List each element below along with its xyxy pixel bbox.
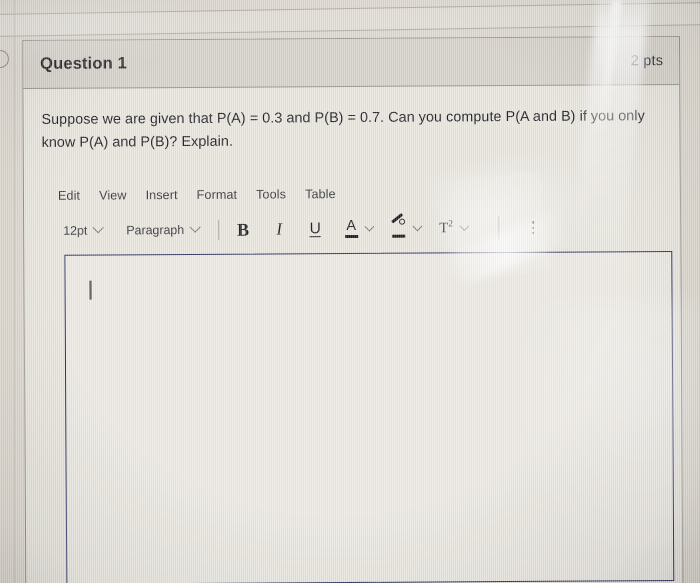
block-format-select[interactable]: Paragraph <box>121 221 204 240</box>
menu-item-edit[interactable]: Edit <box>58 189 80 203</box>
more-options-icon[interactable] <box>531 221 535 235</box>
color-swatch-bar <box>344 235 358 239</box>
highlight-swatch-bar <box>392 234 406 238</box>
superscript-icon: T2 <box>439 219 453 237</box>
menu-item-view[interactable]: View <box>99 189 127 203</box>
font-size-select[interactable]: 12pt <box>58 221 107 239</box>
block-format-value: Paragraph <box>126 222 185 238</box>
page-title: Question 1 <box>40 54 127 73</box>
highlight-button[interactable] <box>389 213 409 240</box>
screen-photo: Question 1 2 pts Suppose we are given th… <box>0 0 700 583</box>
underline-group: U <box>305 217 325 241</box>
italic-button[interactable]: I <box>269 217 289 241</box>
question-prompt-text: Suppose we are given that P(A) = 0.3 and… <box>41 108 645 152</box>
question-points-badge: 2 pts <box>630 52 664 69</box>
menu-item-insert[interactable]: Insert <box>146 188 178 202</box>
rich-text-editor: Edit View Insert Format Tools Table 12pt… <box>42 181 675 583</box>
toolbar-divider <box>218 219 220 240</box>
menu-item-tools[interactable]: Tools <box>256 188 286 202</box>
editor-toolbar: 12pt Paragraph B I U A T2 <box>42 203 658 245</box>
underline-icon: U <box>309 220 321 238</box>
chevron-down-icon[interactable] <box>459 220 469 230</box>
bold-icon: B <box>237 219 250 240</box>
superscript-group: T2 <box>436 216 469 240</box>
chevron-down-icon[interactable] <box>364 221 374 231</box>
superscript-exponent: 2 <box>448 219 453 230</box>
superscript-base: T <box>439 220 449 237</box>
bold-button[interactable]: B <box>233 217 253 241</box>
menu-item-format[interactable]: Format <box>197 188 238 202</box>
italic-icon: I <box>276 219 283 239</box>
highlighter-pen-icon <box>391 213 406 238</box>
chevron-down-icon <box>189 221 201 233</box>
underline-button[interactable]: U <box>305 217 325 241</box>
answer-textarea[interactable] <box>64 251 675 583</box>
highlight-color-group <box>389 213 422 240</box>
menu-item-table[interactable]: Table <box>305 187 336 201</box>
chevron-down-icon[interactable] <box>412 220 422 231</box>
text-color-group: A <box>341 217 374 241</box>
text-color-letter: A <box>346 218 357 235</box>
question-card: Question 1 2 pts Suppose we are given th… <box>22 35 684 583</box>
font-size-value: 12pt <box>63 223 88 238</box>
chevron-down-icon <box>92 221 104 234</box>
text-color-icon: A <box>344 218 358 239</box>
page-gutter-rule <box>14 0 15 583</box>
italic-group: I <box>269 217 289 241</box>
question-header: Question 1 2 pts <box>23 36 680 89</box>
superscript-button[interactable]: T2 <box>436 216 456 240</box>
question-body: Suppose we are given that P(A) = 0.3 and… <box>23 85 682 583</box>
edge-circle-icon <box>0 50 9 68</box>
toolbar-divider <box>497 215 499 240</box>
text-style-group: B <box>233 217 253 241</box>
text-caret <box>89 280 92 300</box>
text-color-button[interactable]: A <box>341 217 361 241</box>
